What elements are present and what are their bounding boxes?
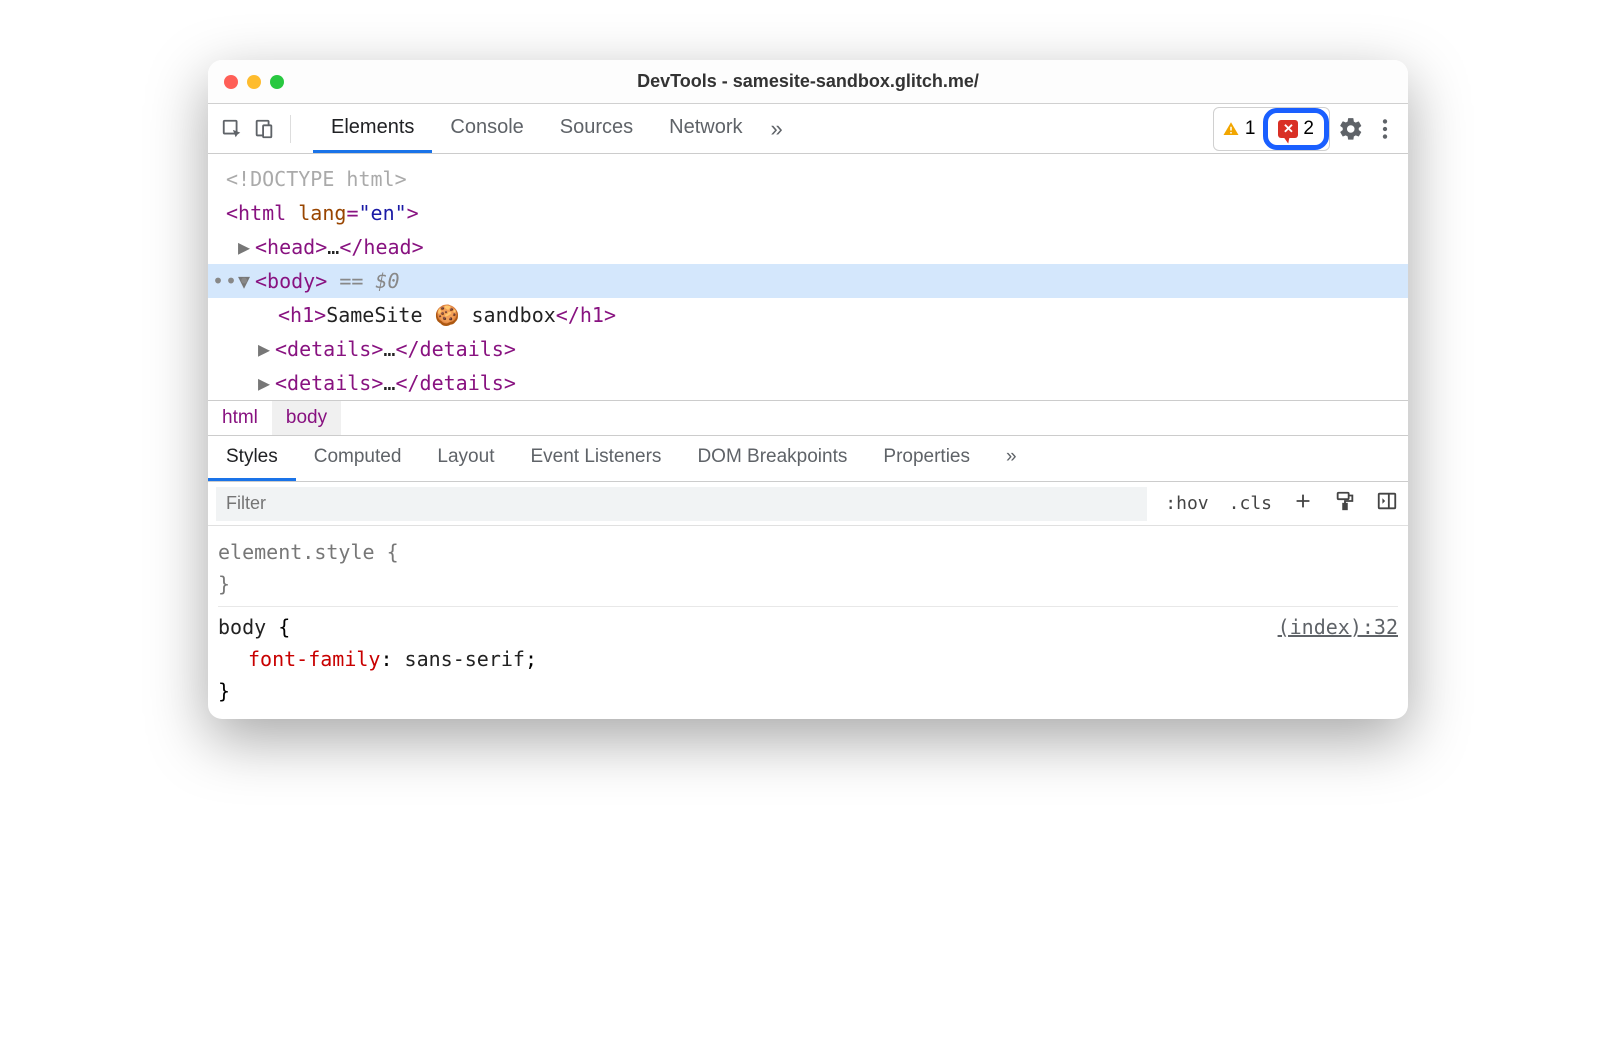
styles-tab-layout[interactable]: Layout (419, 436, 512, 481)
tab-network[interactable]: Network (651, 104, 760, 153)
titlebar: DevTools - samesite-sandbox.glitch.me/ (208, 60, 1408, 104)
styles-tab-properties[interactable]: Properties (865, 436, 988, 481)
panel-overflow-icon[interactable]: » (761, 104, 793, 153)
css-property-font-family[interactable]: font-family: sans-serif; (218, 643, 1398, 675)
toolbar-right: 1 ✕ 2 (1213, 107, 1398, 151)
element-style-rule[interactable]: element.style { } (218, 532, 1398, 600)
dom-tree[interactable]: <!DOCTYPE html> <html lang="en"> ▶<head>… (208, 154, 1408, 400)
minimize-window-button[interactable] (247, 75, 261, 89)
toolbar-divider (290, 115, 291, 143)
warnings-pill[interactable]: 1 (1214, 108, 1264, 150)
warning-triangle-icon (1222, 120, 1240, 138)
force-state-hov-button[interactable]: :hov (1155, 493, 1218, 514)
kebab-menu-icon[interactable] (1372, 116, 1398, 142)
issues-count: 2 (1303, 118, 1314, 140)
tab-console[interactable]: Console (432, 104, 541, 153)
tab-sources[interactable]: Sources (542, 104, 651, 153)
dom-html-open[interactable]: <html lang="en"> (208, 196, 1408, 230)
inspect-element-icon[interactable] (218, 115, 246, 143)
toggle-sidebar-icon[interactable] (1366, 490, 1408, 517)
dom-h1[interactable]: <h1>SameSite 🍪 sandbox</h1> (208, 298, 1408, 332)
crumb-html[interactable]: html (208, 401, 272, 435)
body-rule[interactable]: (index):32 body { font-family: sans-seri… (218, 606, 1398, 707)
new-style-rule-plus-icon[interactable] (1282, 490, 1324, 517)
dom-details-2[interactable]: ▶<details>…</details> (208, 366, 1408, 400)
paint-icon[interactable] (1324, 490, 1366, 517)
styles-tab-dom-breakpoints[interactable]: DOM Breakpoints (679, 436, 865, 481)
disclosure-right-icon[interactable]: ▶ (258, 366, 272, 400)
maximize-window-button[interactable] (270, 75, 284, 89)
panel-toolbar: Elements Console Sources Network » 1 ✕ (208, 104, 1408, 154)
window-title: DevTools - samesite-sandbox.glitch.me/ (208, 71, 1408, 92)
dom-head[interactable]: ▶<head>…</head> (208, 230, 1408, 264)
settings-gear-icon[interactable] (1338, 116, 1364, 142)
devtools-window: DevTools - samesite-sandbox.glitch.me/ E… (208, 60, 1408, 719)
rule-source-link[interactable]: (index):32 (1278, 611, 1398, 643)
element-classes-cls-button[interactable]: .cls (1219, 493, 1282, 514)
dom-body-open[interactable]: ••• ▼<body> == $0 (208, 264, 1408, 298)
styles-tab-event-listeners[interactable]: Event Listeners (512, 436, 679, 481)
styles-tab-overflow-icon[interactable]: » (988, 436, 1035, 481)
styles-body: element.style { } (index):32 body { font… (208, 526, 1408, 719)
warnings-count: 1 (1245, 118, 1256, 140)
issues-pill[interactable]: ✕ 2 (1270, 115, 1322, 143)
dom-details-1[interactable]: ▶<details>…</details> (208, 332, 1408, 366)
panel-tabs: Elements Console Sources Network » (313, 104, 793, 153)
styles-toolbar: :hov .cls (208, 482, 1408, 526)
styles-tab-styles[interactable]: Styles (208, 436, 296, 481)
styles-filter-input[interactable] (216, 487, 1147, 521)
crumb-body[interactable]: body (272, 401, 341, 435)
disclosure-right-icon[interactable]: ▶ (258, 332, 272, 366)
close-window-button[interactable] (224, 75, 238, 89)
dom-gutter-dots-icon: ••• (212, 264, 251, 298)
styles-tabs: Styles Computed Layout Event Listeners D… (208, 435, 1408, 482)
status-pill-group: 1 ✕ 2 (1213, 107, 1330, 151)
styles-tab-computed[interactable]: Computed (296, 436, 420, 481)
disclosure-right-icon[interactable]: ▶ (238, 230, 252, 264)
breadcrumbs: html body (208, 400, 1408, 435)
device-toolbar-icon[interactable] (250, 115, 278, 143)
error-flag-icon: ✕ (1278, 120, 1298, 138)
traffic-lights (224, 75, 284, 89)
dom-doctype[interactable]: <!DOCTYPE html> (208, 162, 1408, 196)
issues-highlight-ring: ✕ 2 (1263, 108, 1329, 150)
tab-elements[interactable]: Elements (313, 104, 432, 153)
